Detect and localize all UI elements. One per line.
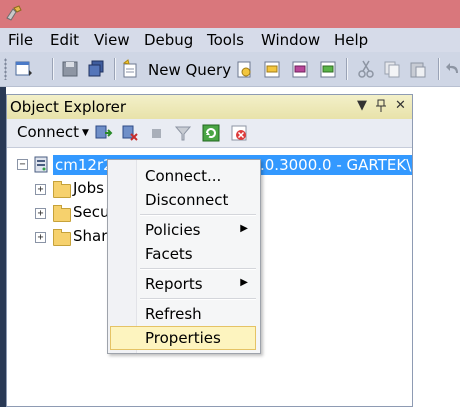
pin-icon[interactable] [375, 99, 387, 113]
xmla-query-icon[interactable] [318, 59, 338, 79]
menu-debug[interactable]: Debug [144, 31, 193, 49]
menu-item-reports[interactable]: Reports ▶ [110, 272, 256, 296]
menu-item-label: Reports [145, 275, 203, 293]
menu-edit[interactable]: Edit [50, 31, 79, 49]
window-position-dropdown-icon[interactable]: ▼ [357, 98, 367, 113]
refresh-icon[interactable] [201, 123, 221, 143]
copy-icon[interactable] [382, 59, 402, 79]
new-query-icon[interactable] [120, 59, 140, 79]
menu-item-policies[interactable]: Policies ▶ [110, 218, 256, 242]
dmx-query-icon[interactable] [290, 59, 310, 79]
save-icon[interactable] [60, 59, 80, 79]
paste-icon[interactable] [408, 59, 428, 79]
folder-icon [53, 205, 71, 222]
menu-item-disconnect[interactable]: Disconnect [110, 188, 256, 212]
tree-item-jobs[interactable]: Jobs [73, 179, 104, 197]
menu-item-label: Connect... [145, 167, 222, 185]
connect-label: Connect [17, 123, 80, 141]
database-engine-query-icon[interactable] [234, 59, 254, 79]
new-project-icon[interactable] [14, 59, 34, 79]
menu-item-label: Policies [145, 221, 201, 239]
menu-item-label: Refresh [145, 305, 202, 323]
menu-item-label: Facets [145, 245, 193, 263]
document-area [415, 87, 460, 407]
menu-item-refresh[interactable]: Refresh [110, 302, 256, 326]
disconnect-icon[interactable] [120, 123, 140, 143]
app-icon[interactable] [4, 4, 24, 24]
folder-icon [53, 229, 71, 246]
menu-item-properties[interactable]: Properties [110, 326, 256, 350]
save-all-icon[interactable] [86, 59, 106, 79]
menu-item-label: Disconnect [145, 191, 229, 209]
window-titlebar [0, 0, 460, 28]
menu-separator [140, 298, 256, 300]
expand-jobs-toggle[interactable]: + [35, 184, 46, 195]
undo-icon[interactable] [444, 59, 460, 79]
object-explorer-toolbar: Connect ▼ [7, 119, 412, 148]
connect-object-explorer-icon[interactable] [93, 123, 113, 143]
menu-separator [140, 268, 256, 270]
server-context-menu: Connect... Disconnect Policies ▶ Facets … [107, 159, 261, 354]
menu-window[interactable]: Window [261, 31, 320, 49]
collapse-server-toggle[interactable]: − [17, 159, 28, 170]
server-node-label-tail: .0.3000.0 - GARTEK\Ga [260, 156, 412, 174]
menu-view[interactable]: View [94, 31, 130, 49]
connect-dropdown-button[interactable]: Connect ▼ [17, 123, 89, 141]
menu-tools[interactable]: Tools [207, 31, 244, 49]
analysis-query-icon[interactable] [262, 59, 282, 79]
menu-bar: File Edit View Debug Tools Window Help [0, 28, 460, 52]
toolbar-grip[interactable] [4, 58, 7, 80]
object-explorer-title: Object Explorer [10, 98, 127, 116]
menu-separator [140, 214, 256, 216]
expand-security-toggle[interactable]: + [35, 208, 46, 219]
server-icon [34, 156, 48, 173]
chevron-down-icon: ▼ [82, 128, 89, 138]
folder-icon [53, 181, 71, 198]
stop-icon[interactable] [147, 123, 167, 143]
activity-monitor-icon[interactable] [229, 123, 249, 143]
menu-file[interactable]: File [8, 31, 33, 49]
new-query-button[interactable]: New Query [148, 61, 231, 79]
submenu-arrow-icon: ▶ [240, 223, 248, 234]
menu-item-label: Properties [145, 329, 221, 347]
standard-toolbar: New Query [0, 52, 460, 87]
menu-help[interactable]: Help [334, 31, 368, 49]
cut-icon[interactable] [356, 59, 376, 79]
close-panel-icon[interactable]: ✕ [395, 98, 406, 113]
submenu-arrow-icon: ▶ [240, 277, 248, 288]
filter-icon[interactable] [173, 123, 193, 143]
menu-item-facets[interactable]: Facets [110, 242, 256, 266]
menu-item-connect[interactable]: Connect... [110, 164, 256, 188]
object-explorer-header[interactable]: Object Explorer ▼ ✕ [7, 95, 412, 120]
expand-shared-toggle[interactable]: + [35, 232, 46, 243]
